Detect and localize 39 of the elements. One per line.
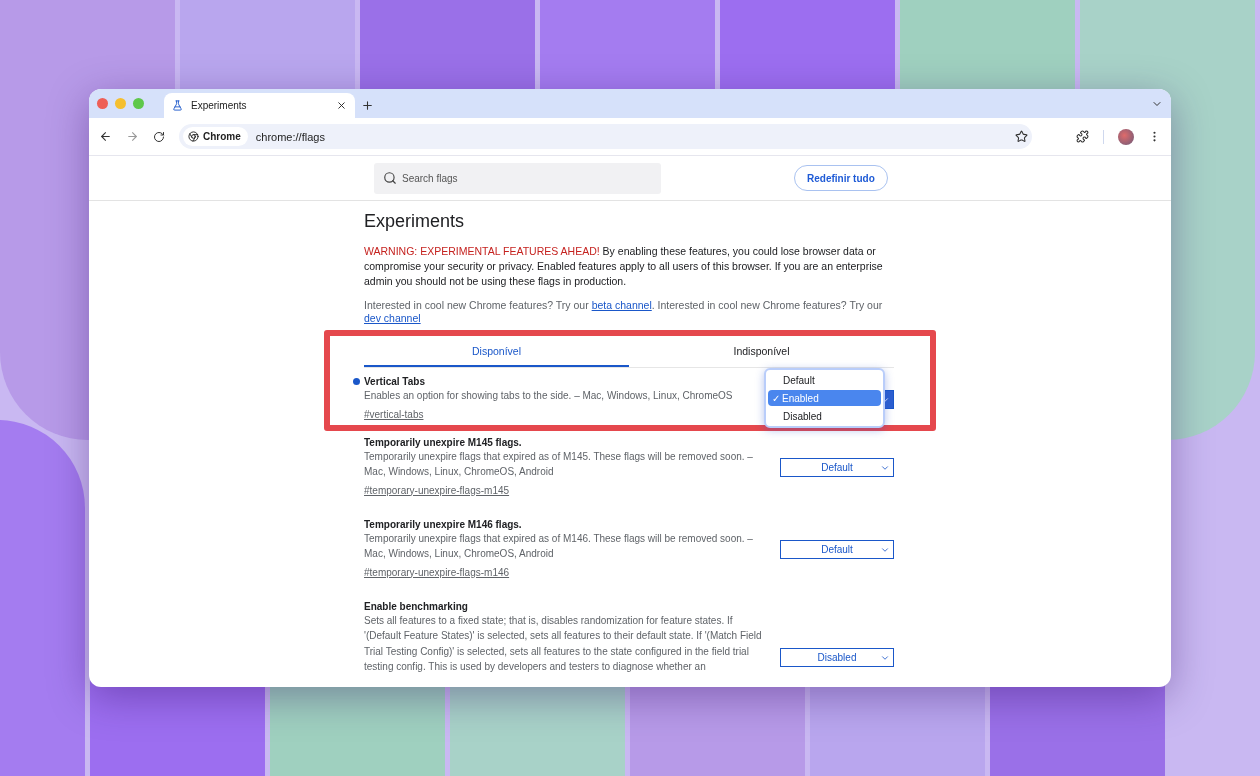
reset-all-button[interactable]: Redefinir tudo [794,165,888,191]
new-tab-icon[interactable] [361,99,374,112]
section-tab[interactable]: Indisponível [629,336,894,367]
flag-title: Enable benchmarking [364,600,469,612]
reload-icon[interactable] [153,130,165,143]
check-icon: ✓ [772,392,780,404]
chrome-icon [188,131,199,142]
close-icon[interactable] [336,100,347,111]
search-field[interactable]: Search flags [374,162,661,194]
avatar[interactable] [1118,128,1134,145]
flag-description: Temporarily unexpire flags that expired as of M145. These flags will be removed soon. – Mac, Windows, Linux, ChromeOS, Android [364,449,754,479]
close-window-button[interactable] [97,98,108,109]
site-chip[interactable]: Chrome [183,127,248,146]
flag-link[interactable]: #vertical-tabs [364,406,424,423]
forward-icon[interactable] [126,130,139,143]
dropdown-option[interactable]: ✓ Enabled [768,390,881,406]
warning-text: WARNING: EXPERIMENTAL FEATURES AHEAD! By enabling these features, you could lose browser data or compromise your security or privacy. Enabled features apply to all users of this browser. If you are an enterprise admin you should not be using these flags in production. [364,244,884,289]
puzzle-icon[interactable] [1076,130,1089,143]
flag-link[interactable]: #temporary-unexpire-flags-m146 [364,564,510,581]
flag-select[interactable]: Default [780,458,894,477]
browser-tab[interactable]: Experiments [164,93,355,118]
flask-icon[interactable] [172,100,183,111]
channel-link[interactable]: beta channel [591,299,652,311]
url-text: chrome://flags [255,130,326,143]
back-icon[interactable] [99,130,112,143]
section-tab[interactable]: Disponível [364,336,629,367]
address-bar[interactable]: Chrome chrome://flags [179,124,1032,149]
flag-title: Temporarily unexpire M145 flags. [364,436,523,448]
flag-description: Enables an option for showing tabs to the side. – Mac, Windows, Linux, ChromeOS [364,389,734,403]
flag-select[interactable]: Disabled [780,647,894,667]
page-heading: Experiments [364,211,466,232]
channel-link[interactable]: dev channel [364,312,421,324]
flag-description: Sets all features to a fixed state; that is, disables randomization for feature states. If '(Default Feature States)' is selected, sets all features to their default state. If '(Match Field Trial Testing Config)' is selected, sets all features to the state configured in the field trial testing config. This is used by developers and testers to diagnose whether an [364,613,763,674]
channels-text: Interested in cool new Chrome features? Try our beta channel. Interested in cool new Chrome features? Try our dev channel [364,299,884,325]
flag-select[interactable]: Default [780,540,894,559]
flag-description: Temporarily unexpire flags that expired as of M146. These flags will be removed soon. – Mac, Windows, Linux, ChromeOS, Android [364,531,754,561]
star-icon[interactable] [1015,130,1028,143]
flag-link[interactable]: #temporary-unexpire-flags-m145 [364,482,510,499]
flag-title: Temporarily unexpire M146 flags. [364,518,523,530]
